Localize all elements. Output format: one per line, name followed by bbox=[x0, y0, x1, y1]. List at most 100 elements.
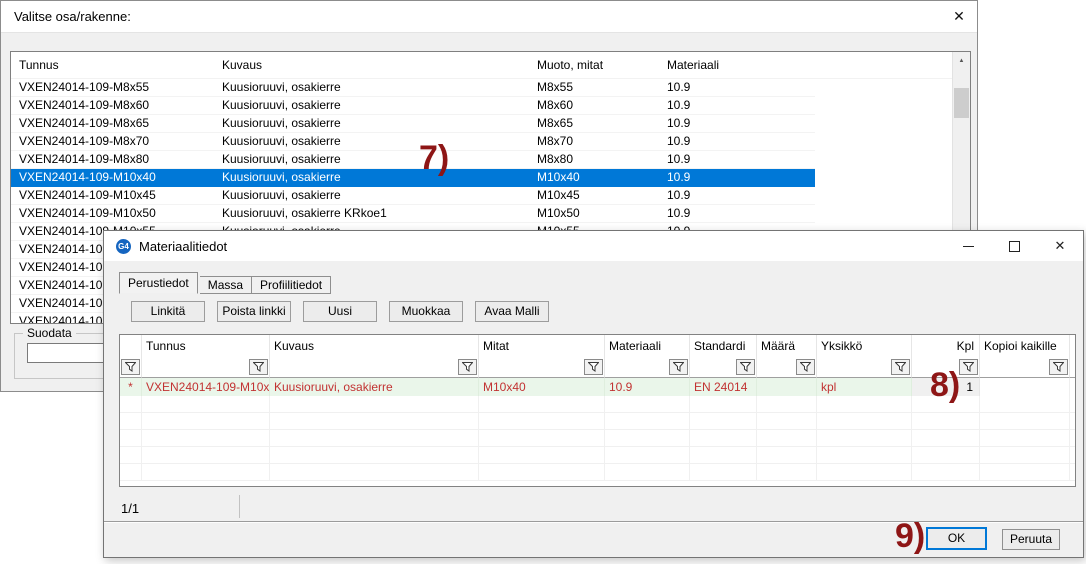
close-button[interactable]: ✕ bbox=[947, 5, 971, 27]
grid-cell-tunnus[interactable]: VXEN24014-109-M10x40 bbox=[142, 378, 270, 396]
grid-empty-cell bbox=[479, 447, 605, 464]
grid-filter-filler bbox=[1070, 357, 1076, 378]
grid-filter-cell[interactable] bbox=[270, 357, 479, 378]
screen: Valitse osa/rakenne: ✕ Tunnus Kuvaus Muo… bbox=[0, 0, 1086, 564]
list-item[interactable]: VXEN24014-109-M10x50 Kuusioruuvi, osakie… bbox=[11, 205, 815, 223]
cell-kuvaus: Kuusioruuvi, osakierre bbox=[214, 187, 529, 204]
filter-funnel-icon[interactable] bbox=[121, 359, 140, 375]
grid-empty-cell bbox=[120, 430, 142, 447]
edit-button[interactable]: Muokkaa bbox=[389, 301, 463, 322]
grid-empty-cell bbox=[912, 464, 980, 481]
open-model-button[interactable]: Avaa Malli bbox=[475, 301, 549, 322]
grid-cell-mitat[interactable]: M10x40 bbox=[479, 378, 605, 396]
grid-cell-kuvaus[interactable]: Kuusioruuvi, osakierre bbox=[270, 378, 479, 396]
grid-empty-cell bbox=[142, 447, 270, 464]
grid-empty-cell bbox=[270, 430, 479, 447]
grid-empty-cell bbox=[690, 464, 757, 481]
grid-empty-cell bbox=[1070, 396, 1076, 413]
grid-header-materiaali[interactable]: Materiaali bbox=[605, 335, 690, 357]
grid-empty-cell bbox=[980, 447, 1070, 464]
link-button[interactable]: Linkitä bbox=[131, 301, 205, 322]
filter-funnel-icon[interactable] bbox=[249, 359, 268, 375]
grid-empty-cell bbox=[479, 464, 605, 481]
cancel-button[interactable]: Peruuta bbox=[1002, 529, 1060, 550]
grid-filter-cell[interactable] bbox=[757, 357, 817, 378]
parts-list-header: Tunnus Kuvaus Muoto, mitat Materiaali bbox=[11, 52, 970, 79]
maximize-button[interactable] bbox=[991, 231, 1037, 261]
cell-kuvaus: Kuusioruuvi, osakierre bbox=[214, 115, 529, 132]
tab-massa[interactable]: Massa bbox=[200, 276, 252, 294]
grid-header-kopioi-kaikille[interactable]: Kopioi kaikille bbox=[980, 335, 1070, 357]
grid-empty-cell bbox=[142, 464, 270, 481]
tab-perustiedot[interactable]: Perustiedot bbox=[119, 272, 198, 294]
filter-funnel-icon[interactable] bbox=[458, 359, 477, 375]
cell-materiaali: 10.9 bbox=[659, 151, 815, 168]
filter-funnel-icon[interactable] bbox=[959, 359, 978, 375]
grid-header-tunnus[interactable]: Tunnus bbox=[142, 335, 270, 357]
grid-filter-cell[interactable] bbox=[690, 357, 757, 378]
grid-row-marker: * bbox=[120, 378, 142, 396]
scrollbar-thumb[interactable] bbox=[954, 88, 969, 118]
cell-kuvaus: Kuusioruuvi, osakierre bbox=[214, 151, 529, 168]
column-header-muoto-mitat[interactable]: Muoto, mitat bbox=[529, 58, 659, 72]
tab-profiilitiedot[interactable]: Profiilitiedot bbox=[252, 276, 331, 294]
grid-empty-cell bbox=[817, 430, 912, 447]
grid-cell-materiaali[interactable]: 10.9 bbox=[605, 378, 690, 396]
ok-button[interactable]: OK bbox=[926, 527, 987, 550]
grid-empty-cell bbox=[479, 430, 605, 447]
grid-header-standardi[interactable]: Standardi bbox=[690, 335, 757, 357]
list-item[interactable]: VXEN24014-109-M8x70 Kuusioruuvi, osakier… bbox=[11, 133, 815, 151]
grid-empty-cell bbox=[270, 447, 479, 464]
grid-filter-cell[interactable] bbox=[479, 357, 605, 378]
filter-funnel-icon[interactable] bbox=[736, 359, 755, 375]
cell-materiaali: 10.9 bbox=[659, 187, 815, 204]
grid-empty-cell bbox=[1070, 430, 1076, 447]
grid-header-maara[interactable]: Määrä bbox=[757, 335, 817, 357]
grid-filter-cell[interactable] bbox=[817, 357, 912, 378]
grid-empty-cell bbox=[270, 396, 479, 413]
grid-filter-cell[interactable] bbox=[605, 357, 690, 378]
list-item[interactable]: VXEN24014-109-M8x65 Kuusioruuvi, osakier… bbox=[11, 115, 815, 133]
separator-line bbox=[104, 521, 1083, 523]
minimize-button[interactable] bbox=[945, 231, 991, 261]
grid-empty-cell bbox=[120, 447, 142, 464]
grid-header-yksikko[interactable]: Yksikkö bbox=[817, 335, 912, 357]
list-item[interactable]: VXEN24014-109-M8x80 Kuusioruuvi, osakier… bbox=[11, 151, 815, 169]
grid-filter-cell[interactable] bbox=[980, 357, 1070, 378]
column-header-materiaali[interactable]: Materiaali bbox=[659, 58, 815, 72]
filter-funnel-icon[interactable] bbox=[1049, 359, 1068, 375]
grid-filter-cell[interactable] bbox=[142, 357, 270, 378]
list-item[interactable]: VXEN24014-109-M8x60 Kuusioruuvi, osakier… bbox=[11, 97, 815, 115]
filter-funnel-icon[interactable] bbox=[796, 359, 815, 375]
grid-cell-yksikko[interactable]: kpl bbox=[817, 378, 912, 396]
grid-empty-cell bbox=[142, 413, 270, 430]
list-item[interactable]: VXEN24014-109-M8x55 Kuusioruuvi, osakier… bbox=[11, 79, 815, 97]
filter-funnel-icon[interactable] bbox=[891, 359, 910, 375]
grid-header-kpl[interactable]: Kpl bbox=[912, 335, 980, 357]
cell-muoto: M10x50 bbox=[529, 205, 659, 222]
close-icon: ✕ bbox=[1055, 238, 1066, 254]
list-item-selected[interactable]: VXEN24014-109-M10x40 Kuusioruuvi, osakie… bbox=[11, 169, 815, 187]
grid-empty-cell bbox=[817, 447, 912, 464]
grid-cell-filler bbox=[1070, 378, 1076, 396]
grid-cell-kopioi-kaikille[interactable] bbox=[980, 378, 1070, 396]
new-button[interactable]: Uusi bbox=[303, 301, 377, 322]
remove-link-button[interactable]: Poista linkki bbox=[217, 301, 291, 322]
scroll-up-arrow-icon[interactable]: ▲ bbox=[953, 52, 970, 69]
grid-cell-maara[interactable] bbox=[757, 378, 817, 396]
grid-header-mitat[interactable]: Mitat bbox=[479, 335, 605, 357]
grid-empty-cell bbox=[270, 413, 479, 430]
grid-empty-cell bbox=[912, 447, 980, 464]
grid-empty-cell bbox=[479, 413, 605, 430]
column-header-kuvaus[interactable]: Kuvaus bbox=[214, 58, 529, 72]
grid-empty-cell bbox=[817, 464, 912, 481]
tab-strip: Perustiedot Massa Profiilitiedot bbox=[119, 272, 331, 294]
grid-header-kuvaus[interactable]: Kuvaus bbox=[270, 335, 479, 357]
filter-funnel-icon[interactable] bbox=[584, 359, 603, 375]
list-item[interactable]: VXEN24014-109-M10x45 Kuusioruuvi, osakie… bbox=[11, 187, 815, 205]
grid-cell-standardi[interactable]: EN 24014 bbox=[690, 378, 757, 396]
filter-funnel-icon[interactable] bbox=[669, 359, 688, 375]
grid-filter-cell[interactable] bbox=[120, 357, 142, 378]
column-header-tunnus[interactable]: Tunnus bbox=[11, 58, 214, 72]
close-button[interactable]: ✕ bbox=[1037, 231, 1083, 261]
